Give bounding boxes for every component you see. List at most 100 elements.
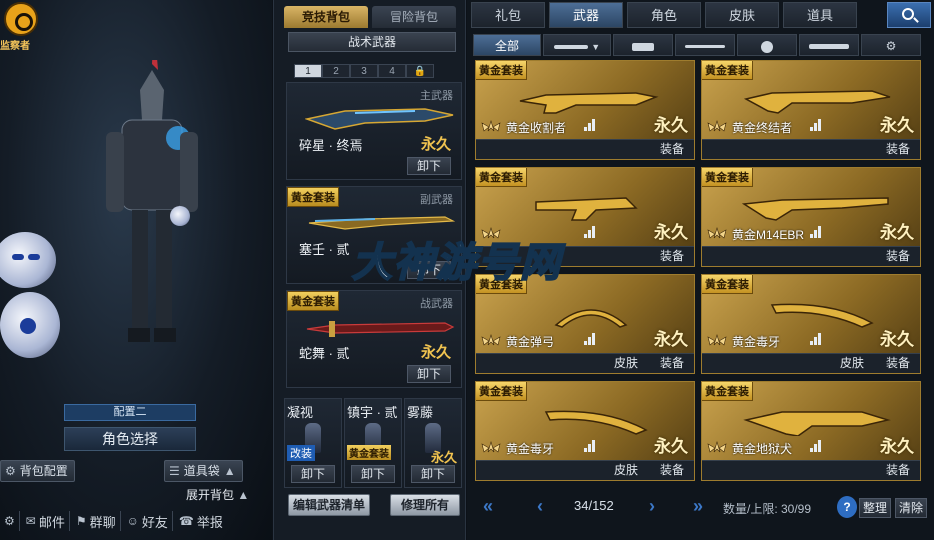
tab-adventure-bag[interactable]: 冒险背包 xyxy=(372,6,456,28)
subtab-all[interactable]: 全部 xyxy=(473,34,541,56)
weapon-item-card[interactable]: 黄金套装 黄金收割者 永久 装备 xyxy=(475,60,695,160)
tab-characters[interactable]: 角色 xyxy=(627,2,701,28)
weapon-name: 黄金毒牙 xyxy=(732,335,781,349)
slot-4[interactable]: 4 xyxy=(378,64,406,78)
item-action-bar: 装备 xyxy=(702,139,920,159)
prev-page-icon[interactable]: ‹ xyxy=(537,496,543,517)
skin-button[interactable]: 皮肤 xyxy=(836,355,868,371)
equip-button[interactable]: 装备 xyxy=(882,248,914,264)
subtab-settings[interactable]: ⚙ xyxy=(861,34,921,56)
gold-set-badge: 黄金套装 xyxy=(476,168,527,187)
pagination: « ‹ 34/152 › » 数量/上限: 30/99 ? 整理 清除 xyxy=(467,492,934,522)
rank-wings-icon xyxy=(480,119,502,133)
expand-bag-button[interactable]: 展开背包 ▲ xyxy=(186,486,249,503)
subtab-pistol[interactable] xyxy=(613,34,673,56)
rank-wings-icon xyxy=(706,226,728,240)
equip-button[interactable]: 装备 xyxy=(656,355,688,371)
skin-button[interactable]: 皮肤 xyxy=(610,355,642,371)
unequip-button[interactable]: 卸下 xyxy=(407,157,451,175)
permanent-label: 永久 xyxy=(420,344,451,361)
subtab-grenade[interactable] xyxy=(737,34,797,56)
equip-button[interactable]: 装备 xyxy=(656,248,688,264)
tab-competitive-bag[interactable]: 竞技背包 xyxy=(284,6,368,28)
equip-button[interactable]: 装备 xyxy=(882,462,914,478)
durability-icon xyxy=(584,440,596,452)
search-button[interactable] xyxy=(887,2,931,28)
tab-packs[interactable]: 礼包 xyxy=(471,2,545,28)
report-button[interactable]: ☎ 举报 xyxy=(175,511,227,531)
report-label: 举报 xyxy=(196,514,223,530)
first-page-icon[interactable]: « xyxy=(483,496,493,517)
gold-set-badge: 黄金套装 xyxy=(702,382,753,401)
subtab-special[interactable] xyxy=(799,34,859,56)
friends-icon: ☺ xyxy=(126,514,139,528)
mini-drone xyxy=(170,206,190,226)
melee-weapon-image xyxy=(306,321,455,337)
equip-button[interactable]: 装备 xyxy=(882,355,914,371)
item-action-bar: 皮肤 装备 xyxy=(476,353,694,373)
item-action-bar: 皮肤 装备 xyxy=(702,353,920,373)
settings-button[interactable]: ⚙ xyxy=(0,511,20,531)
loadout-config-tab[interactable]: 配置二 xyxy=(64,404,196,421)
group-chat-button[interactable]: ⚑ 群聊 xyxy=(72,511,121,531)
tab-skins[interactable]: 皮肤 xyxy=(705,2,779,28)
durability-icon xyxy=(810,333,822,345)
tab-items[interactable]: 道具 xyxy=(783,2,857,28)
tab-weapons[interactable]: 武器 xyxy=(549,2,623,28)
rank-label: 监察者 xyxy=(0,41,30,52)
permanent-label: 永久 xyxy=(654,330,688,349)
weapon-item-card[interactable]: 黄金套装 黄金终结者 永久 装备 xyxy=(701,60,921,160)
item-bag-button[interactable]: ☰ 道具袋 ▲ xyxy=(164,460,243,482)
clear-button[interactable]: 清除 xyxy=(895,498,927,518)
melee-weapon-card[interactable]: 黄金套装 战武器 蛇舞 · 贰 永久 卸下 xyxy=(286,290,462,388)
social-bar: ⚙ ✉ 邮件 ⚑ 群聊 ☺ 好友 ☎ 举报 xyxy=(0,506,272,536)
unequip-button[interactable]: 卸下 xyxy=(351,465,395,483)
slot-1[interactable]: 1 xyxy=(294,64,322,78)
repair-all-button[interactable]: 修理所有 xyxy=(390,494,460,516)
next-page-icon[interactable]: › xyxy=(649,496,655,517)
item-action-bar: 装备 xyxy=(702,246,920,266)
primary-weapon-card[interactable]: 主武器 碎星 · 终焉 永久 卸下 xyxy=(286,82,462,180)
unequip-button[interactable]: 卸下 xyxy=(411,465,455,483)
mail-icon: ✉ xyxy=(25,514,36,528)
gold-set-badge: 黄金套装 xyxy=(702,275,753,294)
throwable-slot-1[interactable]: 凝视 改装 卸下 xyxy=(284,398,342,488)
friends-button[interactable]: ☺ 好友 xyxy=(123,511,173,531)
chevron-down-icon: ▼ xyxy=(591,42,601,52)
equip-button[interactable]: 装备 xyxy=(656,141,688,157)
last-page-icon[interactable]: » xyxy=(693,496,703,517)
weapon-item-card[interactable]: 黄金套装 黄金M14EBR 永久 装备 xyxy=(701,167,921,267)
weapon-image xyxy=(742,197,889,221)
weapon-name: 黄金毒牙 xyxy=(506,442,555,456)
slot-2[interactable]: 2 xyxy=(322,64,350,78)
pistol-icon xyxy=(632,42,654,51)
slot-3[interactable]: 3 xyxy=(350,64,378,78)
throwable-slot-3[interactable]: 雾藤 永久 卸下 xyxy=(404,398,462,488)
skin-button[interactable]: 皮肤 xyxy=(610,462,642,478)
mail-label: 邮件 xyxy=(38,514,65,530)
mail-button[interactable]: ✉ 邮件 xyxy=(22,511,70,531)
permanent-label: 永久 xyxy=(880,330,914,349)
tactical-weapon-button[interactable]: 战术武器 xyxy=(288,32,456,52)
edit-weapon-list-button[interactable]: 编辑武器清单 xyxy=(288,494,370,516)
subtab-rifle[interactable]: ▼ xyxy=(543,34,611,56)
role-select-button[interactable]: 角色选择 xyxy=(64,427,196,451)
rank-logo: 监察者 xyxy=(0,0,48,52)
weapon-item-card[interactable]: 黄金套装 黄金毒牙 永久 皮肤 装备 xyxy=(701,274,921,374)
sort-button[interactable]: 整理 xyxy=(859,498,891,518)
weapon-item-card[interactable]: 黄金套装 黄金地狱犬 永久 装备 xyxy=(701,381,921,481)
help-icon[interactable]: ? xyxy=(837,496,857,518)
rank-emblem-icon xyxy=(4,2,38,36)
unequip-button[interactable]: 卸下 xyxy=(407,365,451,383)
knife-icon xyxy=(685,45,725,49)
weapon-item-card[interactable]: 黄金套装 黄金毒牙 永久 皮肤 装备 xyxy=(475,381,695,481)
bag-config-button[interactable]: ⚙ 背包配置 xyxy=(0,460,75,482)
equip-button[interactable]: 装备 xyxy=(656,462,688,478)
subtab-melee[interactable] xyxy=(675,34,735,56)
equip-button[interactable]: 装备 xyxy=(882,141,914,157)
modify-tag: 改装 xyxy=(287,445,315,461)
throwable-slot-2[interactable]: 镇宇 · 贰 黄金套装 卸下 xyxy=(344,398,402,488)
grenade-icon xyxy=(761,40,773,53)
throwable-name: 凝视 xyxy=(287,405,314,420)
unequip-button[interactable]: 卸下 xyxy=(291,465,335,483)
